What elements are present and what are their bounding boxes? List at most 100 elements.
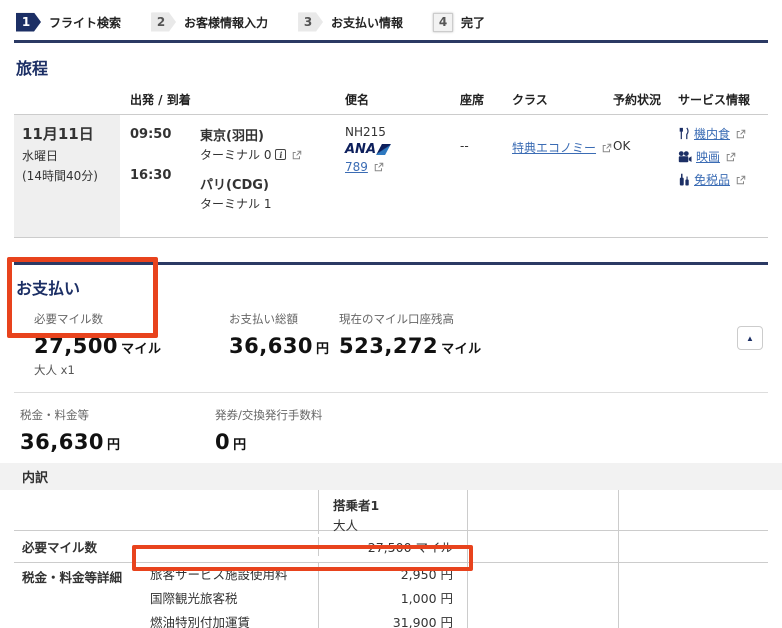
issue-fee-value: 0 (215, 430, 231, 454)
flight-date: 11月11日 (22, 125, 94, 143)
arrival-place: パリ(CDG) ターミナル 1 (200, 174, 330, 212)
external-link-icon (374, 162, 383, 172)
mile-balance-block: 現在のマイル口座残高 523,272 マイル (339, 309, 768, 392)
payment-title: お支払い (16, 279, 81, 298)
reservation-status: OK (613, 139, 631, 153)
col-header-departure-arrival: 出発 / 到着 (130, 93, 191, 107)
step-complete: 4 完了 (433, 12, 486, 32)
arrival-city: パリ(CDG) (200, 178, 269, 193)
tax-row-value-fuel-surcharge: 31,900 円 (318, 611, 467, 628)
required-miles-label: 必要マイル数 (34, 312, 103, 326)
breakdown-table: 搭乗者1 大人 必要マイル数 27,500 マイル 税金・料金等詳細 旅客サービ… (14, 490, 768, 628)
total-payment-value: 36,630 (229, 334, 314, 358)
step-number-badge: 1 (16, 12, 41, 32)
mile-balance-value: 523,272 (339, 334, 439, 358)
total-payment-label: お支払い総額 (229, 312, 298, 326)
col-header-status: 予約状況 (613, 93, 662, 107)
times-column: 09:50 16:30 (120, 125, 190, 223)
arrival-time: 16:30 (130, 168, 172, 183)
col-header-flight: 便名 (345, 93, 370, 107)
collapse-button[interactable]: ▲ (737, 326, 763, 350)
empty-cell (467, 531, 618, 562)
step-label: フライト検索 (49, 15, 122, 30)
dutyfree-icon (679, 173, 689, 186)
passenger-header: 搭乗者1 大人 (318, 490, 467, 534)
miles-row: 必要マイル数 27,500 マイル (14, 530, 768, 562)
external-link-icon[interactable] (292, 150, 302, 160)
step-label: お客様情報入力 (184, 15, 269, 30)
empty-cell (467, 563, 618, 628)
breakdown-title: 内訳 (22, 471, 49, 486)
required-miles-note: 大人 x1 (34, 363, 75, 377)
departure-city: 東京(羽田) (200, 129, 264, 144)
tax-detail-section: 税金・料金等詳細 旅客サービス施設使用料 2,950 円 国際観光旅客税 1,0… (14, 562, 768, 628)
aircraft-link[interactable]: 789 (345, 160, 368, 174)
taxes-fees-block: 税金・料金等 36,630 円 (20, 405, 215, 454)
total-payment-block: お支払い総額 36,630 円 (229, 309, 339, 392)
flight-duration: (14時間40分) (22, 169, 98, 183)
miles-row-label: 必要マイル数 (22, 540, 98, 555)
empty-passenger-col (618, 490, 768, 534)
arrival-terminal: ターミナル 1 (200, 197, 272, 211)
taxes-fees-unit: 円 (107, 438, 121, 453)
external-link-icon (726, 152, 736, 161)
required-miles-block: 必要マイル数 27,500 マイル 大人 x1 (34, 309, 229, 392)
tax-row-name: 国際観光旅客税 (150, 591, 238, 606)
col-header-seat: 座席 (460, 93, 485, 107)
booking-page: 1 フライト検索 2 お客様情報入力 3 お支払い情報 4 完了 旅程 出発 /… (0, 0, 782, 628)
departure-time: 09:50 (130, 127, 172, 142)
total-payment-unit: 円 (316, 342, 330, 357)
departure-place: 東京(羽田) ターミナル 0 i (200, 125, 330, 163)
tax-row-value: 1,000 円 (318, 587, 467, 611)
issue-fee-block: 発券/交換発行手数料 0円 (215, 405, 325, 454)
class-cell: 特典エコノミー (498, 125, 612, 223)
required-miles-value: 27,500 (34, 334, 119, 358)
empty-passenger-col (467, 490, 618, 534)
mile-balance-label: 現在のマイル口座残高 (339, 312, 454, 326)
seat-value: -- (460, 139, 469, 153)
itinerary-title: 旅程 (16, 59, 49, 78)
external-link-icon (736, 129, 746, 138)
itinerary-header-row: 出発 / 到着 便名 座席 クラス 予約状況 サービス情報 (14, 79, 768, 115)
breadcrumb: 1 フライト検索 2 お客様情報入力 3 お支払い情報 4 完了 (0, 0, 782, 33)
payment-summary-row-2: 税金・料金等 36,630 円 発券/交換発行手数料 0円 (0, 393, 782, 454)
flight-weekday: 水曜日 (22, 149, 59, 163)
col-header-service: サービス情報 (678, 93, 751, 107)
empty-cell (618, 563, 768, 628)
tax-row-value: 2,950 円 (318, 563, 467, 587)
tax-row-name: 旅客サービス施設使用料 (150, 567, 288, 582)
step-number-badge: 4 (433, 12, 454, 32)
flight-date-cell: 11月11日 水曜日 (14時間40分) (14, 115, 120, 237)
step-flight-search: 1 フライト検索 (16, 12, 122, 32)
step-number-badge: 3 (298, 12, 324, 32)
terminal-info-icon[interactable]: i (275, 149, 287, 160)
flight-row: 11月11日 水曜日 (14時間40分) 09:50 16:30 東京(羽田) … (14, 115, 768, 238)
service-movie: 映画 (678, 148, 774, 165)
movie-link[interactable]: 映画 (696, 148, 720, 165)
step-number-badge: 2 (151, 12, 177, 32)
places-column: 東京(羽田) ターミナル 0 i パリ(CDG) ターミナル 1 (190, 125, 330, 223)
taxes-fees-value: 36,630 (20, 430, 105, 454)
movie-icon (678, 150, 692, 162)
taxes-fees-label: 税金・料金等 (20, 408, 89, 422)
issue-fee-unit: 円 (233, 438, 247, 453)
step-label: 完了 (461, 15, 486, 30)
breakdown-header-row: 搭乗者1 大人 (14, 490, 768, 534)
class-link[interactable]: 特典エコノミー (512, 141, 596, 155)
payment-summary-row-1: 必要マイル数 27,500 マイル 大人 x1 お支払い総額 36,630 円 現在… (14, 299, 768, 393)
step-label: お支払い情報 (331, 15, 404, 30)
service-dutyfree: 免税品 (678, 171, 774, 188)
mile-balance-unit: マイル (441, 342, 482, 357)
dutyfree-link[interactable]: 免税品 (694, 171, 730, 188)
meal-link[interactable]: 機内食 (694, 125, 730, 142)
service-info-cell: 機内食 映画 免税品 (668, 125, 774, 223)
miles-row-value: 27,500 マイル (318, 537, 467, 556)
tax-detail-label: 税金・料金等詳細 (22, 570, 123, 585)
external-link-icon (736, 175, 746, 184)
tax-row-name-fuel-surcharge: 燃油特別付加運賃 (150, 615, 251, 628)
step-passenger-info: 2 お客様情報入力 (151, 12, 269, 32)
flight-number: NH215 (345, 125, 386, 139)
issue-fee-label: 発券/交換発行手数料 (215, 408, 323, 422)
